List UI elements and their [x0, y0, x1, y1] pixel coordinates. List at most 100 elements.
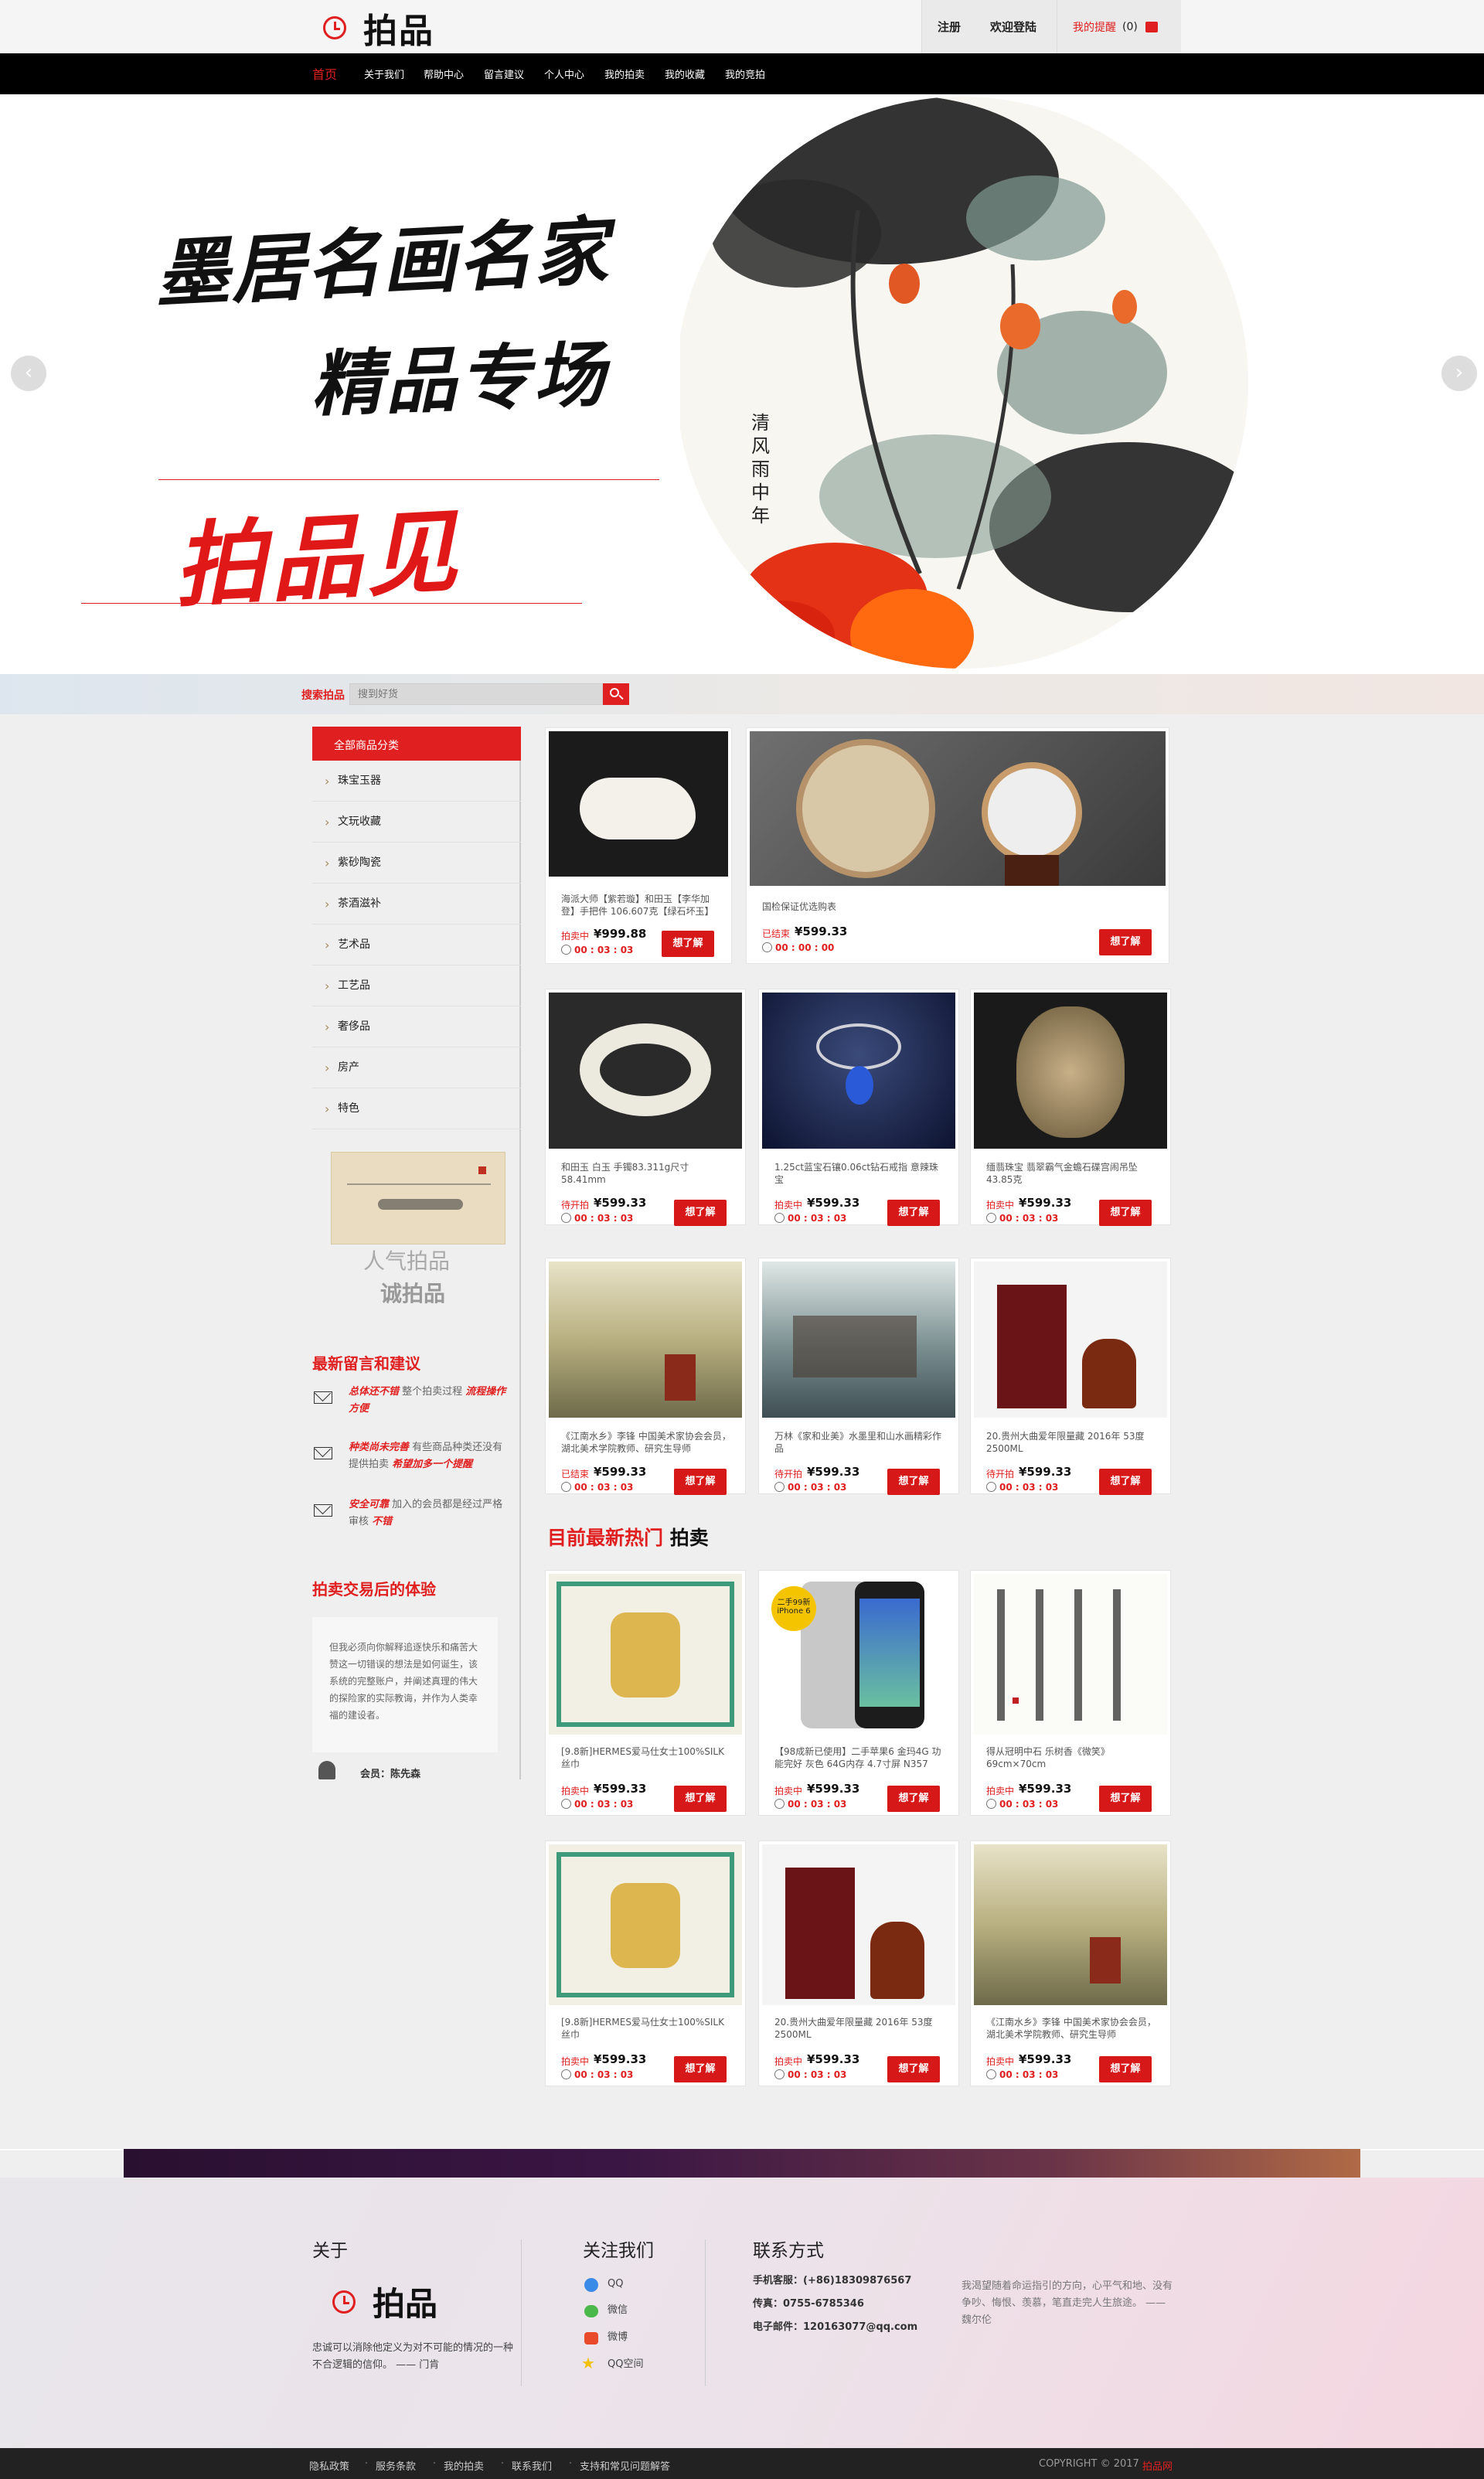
product-card[interactable]: 海派大师【紫若璇】和田玉【李华加登】手把件 106.607克【绿石坏玉】 拍卖中… — [546, 728, 731, 963]
bag-icon[interactable] — [1145, 21, 1158, 32]
learn-more-button[interactable]: 想了解 — [662, 931, 714, 957]
product-image[interactable]: 二手99新 iPhone 6 — [762, 1574, 955, 1735]
product-image[interactable] — [974, 1844, 1167, 2005]
nav-home[interactable]: 首页 — [312, 64, 337, 83]
iphone-badge: 二手99新 iPhone 6 — [771, 1586, 816, 1631]
nav-my-auctions[interactable]: 我的拍卖 — [604, 66, 645, 81]
category-item[interactable]: 珠宝玉器 — [312, 761, 521, 802]
hot-product-card[interactable]: [9.8新]HERMES爱马仕女士100%SILK丝巾 拍卖中 ¥599.33 … — [546, 1841, 745, 2086]
site-logo[interactable]: 拍品 — [323, 9, 434, 51]
contact-email[interactable]: 电子邮件：120163077@qq.com — [753, 2318, 917, 2337]
nav-my-bids[interactable]: 我的竞拍 — [725, 66, 765, 81]
bottom-link-faq[interactable]: 支持和常见问题解答 — [580, 2458, 670, 2473]
product-name[interactable]: 20.贵州大曲爱年限量藏 2016年 53度 2500ML — [986, 1430, 1156, 1456]
product-name[interactable]: 1.25ct蓝宝石镶0.06ct钻石戒指 意辣珠宝 — [774, 1161, 945, 1187]
nav-account[interactable]: 个人中心 — [544, 66, 584, 81]
login-link[interactable]: 欢迎登陆 — [990, 19, 1036, 35]
product-name[interactable]: 20.贵州大曲爱年限量藏 2016年 53度 2500ML — [774, 2016, 945, 2042]
product-name[interactable]: 《江南水乡》李锋 中国美术家协会会员，湖北美术学院教师、研究生导师 — [986, 2016, 1156, 2042]
learn-more-button[interactable]: 想了解 — [1099, 1469, 1152, 1495]
hot-product-card[interactable]: [9.8新]HERMES爱马仕女士100%SILK丝巾 拍卖中 ¥599.33 … — [546, 1571, 745, 1815]
copyright-brand[interactable]: 拍品网 — [1142, 2458, 1173, 2473]
learn-more-button[interactable]: 想了解 — [674, 1200, 727, 1226]
banner-prev-button[interactable]: ‹ — [11, 356, 46, 391]
nav-about[interactable]: 关于我们 — [364, 66, 404, 81]
learn-more-button[interactable]: 想了解 — [1099, 2056, 1152, 2082]
learn-more-button[interactable]: 想了解 — [887, 1469, 940, 1495]
hot-product-card[interactable]: 二手99新 iPhone 6 【98成新已使用】二手苹果6 金玛4G 功能完好 灰… — [759, 1571, 958, 1815]
product-image[interactable] — [549, 1844, 742, 2005]
product-card[interactable]: 缅翡珠宝 翡翠霸气金蟾石碟宫闹吊坠43.85克 拍卖中 ¥599.33 00 :… — [971, 989, 1170, 1226]
footer-logo[interactable]: 拍品 — [332, 2278, 437, 2325]
follow-weibo[interactable]: 微博 — [608, 2328, 628, 2347]
bottom-link-terms[interactable]: 服务条款 — [376, 2458, 416, 2473]
my-reminder-link[interactable]: 我的提醒 — [1073, 19, 1116, 35]
category-item[interactable]: 艺术品 — [312, 925, 521, 965]
category-item[interactable]: 工艺品 — [312, 965, 521, 1006]
product-image[interactable] — [974, 1262, 1167, 1418]
product-image[interactable] — [549, 993, 742, 1149]
search-button[interactable] — [603, 683, 629, 705]
category-item[interactable]: 文玩收藏 — [312, 802, 521, 843]
calligraphy-thumbnail[interactable] — [331, 1152, 505, 1245]
product-name[interactable]: 国检保证优选购表 — [762, 901, 1149, 914]
product-image[interactable] — [974, 1574, 1167, 1735]
hot-product-card[interactable]: 20.贵州大曲爱年限量藏 2016年 53度 2500ML 拍卖中 ¥599.3… — [759, 1841, 958, 2086]
category-item[interactable]: 房产 — [312, 1047, 521, 1088]
product-name[interactable]: 缅翡珠宝 翡翠霸气金蟾石碟宫闹吊坠43.85克 — [986, 1161, 1156, 1187]
follow-qzone[interactable]: QQ空间 — [608, 2355, 643, 2374]
product-card[interactable]: 1.25ct蓝宝石镶0.06ct钻石戒指 意辣珠宝 拍卖中 ¥599.33 00… — [759, 989, 958, 1226]
product-card[interactable]: 国检保证优选购表 已结束 ¥599.33 00 : 00 : 00 想了解 — [747, 728, 1169, 963]
nav-my-favorites[interactable]: 我的收藏 — [665, 66, 705, 81]
product-image[interactable] — [762, 993, 955, 1149]
learn-more-button[interactable]: 想了解 — [887, 1786, 940, 1812]
product-name[interactable]: 《江南水乡》李锋 中国美术家协会会员，湖北美术学院教师、研究生导师 — [561, 1430, 731, 1456]
follow-wechat[interactable]: 微信 — [608, 2301, 628, 2320]
learn-more-button[interactable]: 想了解 — [1099, 929, 1152, 955]
bottom-link-contact[interactable]: 联系我们 — [512, 2458, 552, 2473]
product-name[interactable]: 【98成新已使用】二手苹果6 金玛4G 功能完好 灰色 64G内存 4.7寸屏 … — [774, 1745, 945, 1772]
product-name[interactable]: 万林《家和业美》水墨里和山水画精彩作品 — [774, 1430, 945, 1456]
product-image[interactable] — [974, 993, 1167, 1149]
product-image[interactable] — [549, 731, 728, 877]
hot-product-card[interactable]: 《江南水乡》李锋 中国美术家协会会员，湖北美术学院教师、研究生导师 拍卖中 ¥5… — [971, 1841, 1170, 2086]
product-name[interactable]: 和田玉 白玉 手镯83.311g尺寸58.41mm — [561, 1161, 731, 1187]
nav-help[interactable]: 帮助中心 — [424, 66, 464, 81]
banner-next-button[interactable]: › — [1441, 356, 1477, 391]
product-image[interactable] — [549, 1262, 742, 1418]
bottom-link-privacy[interactable]: 隐私政策 — [309, 2458, 349, 2473]
product-name[interactable]: [9.8新]HERMES爱马仕女士100%SILK丝巾 — [561, 1745, 731, 1772]
register-link[interactable]: 注册 — [938, 19, 961, 35]
product-card[interactable]: 《江南水乡》李锋 中国美术家协会会员，湖北美术学院教师、研究生导师 已结束 ¥5… — [546, 1258, 745, 1495]
category-item[interactable]: 紫砂陶瓷 — [312, 843, 521, 884]
nav-feedback[interactable]: 留言建议 — [484, 66, 524, 81]
learn-more-button[interactable]: 想了解 — [1099, 1786, 1152, 1812]
product-card[interactable]: 万林《家和业美》水墨里和山水画精彩作品 待开拍 ¥599.33 00 : 03 … — [759, 1258, 958, 1495]
search-input[interactable] — [349, 683, 603, 705]
product-name[interactable]: 海派大师【紫若璇】和田玉【李华加登】手把件 106.607克【绿石坏玉】 — [561, 893, 723, 919]
category-header[interactable]: 全部商品分类 — [312, 727, 521, 761]
learn-more-button[interactable]: 想了解 — [674, 1469, 727, 1495]
product-image[interactable] — [762, 1844, 955, 2005]
product-name[interactable]: [9.8新]HERMES爱马仕女士100%SILK丝巾 — [561, 2016, 731, 2042]
hot-product-card[interactable]: 得从冠明中石 乐树香《微笑》69cm×70cm 拍卖中 ¥599.33 00 :… — [971, 1571, 1170, 1815]
product-image[interactable] — [549, 1574, 742, 1735]
product-name[interactable]: 得从冠明中石 乐树香《微笑》69cm×70cm — [986, 1745, 1156, 1772]
learn-more-button[interactable]: 想了解 — [887, 1200, 940, 1226]
learn-more-button[interactable]: 想了解 — [674, 1786, 727, 1812]
painting-inscription: 清风雨中年 — [751, 412, 770, 526]
product-image[interactable] — [750, 731, 1166, 886]
bottom-link-my-auctions[interactable]: 我的拍卖 — [444, 2458, 484, 2473]
category-item[interactable]: 奢侈品 — [312, 1006, 521, 1047]
learn-more-button[interactable]: 想了解 — [674, 2056, 727, 2082]
category-item[interactable]: 特色 — [312, 1088, 521, 1129]
follow-qq[interactable]: QQ — [608, 2275, 623, 2293]
product-card[interactable]: 和田玉 白玉 手镯83.311g尺寸58.41mm 待开拍 ¥599.33 00… — [546, 989, 745, 1226]
product-image[interactable] — [762, 1262, 955, 1418]
logo-text: 拍品 — [363, 12, 434, 51]
hero-banner[interactable]: 墨居名画名家 精品专场 拍品见 清风雨中年 ‹ › — [0, 94, 1484, 674]
learn-more-button[interactable]: 想了解 — [887, 2056, 940, 2082]
learn-more-button[interactable]: 想了解 — [1099, 1200, 1152, 1226]
product-card[interactable]: 20.贵州大曲爱年限量藏 2016年 53度 2500ML 待开拍 ¥599.3… — [971, 1258, 1170, 1495]
category-item[interactable]: 茶酒滋补 — [312, 884, 521, 925]
